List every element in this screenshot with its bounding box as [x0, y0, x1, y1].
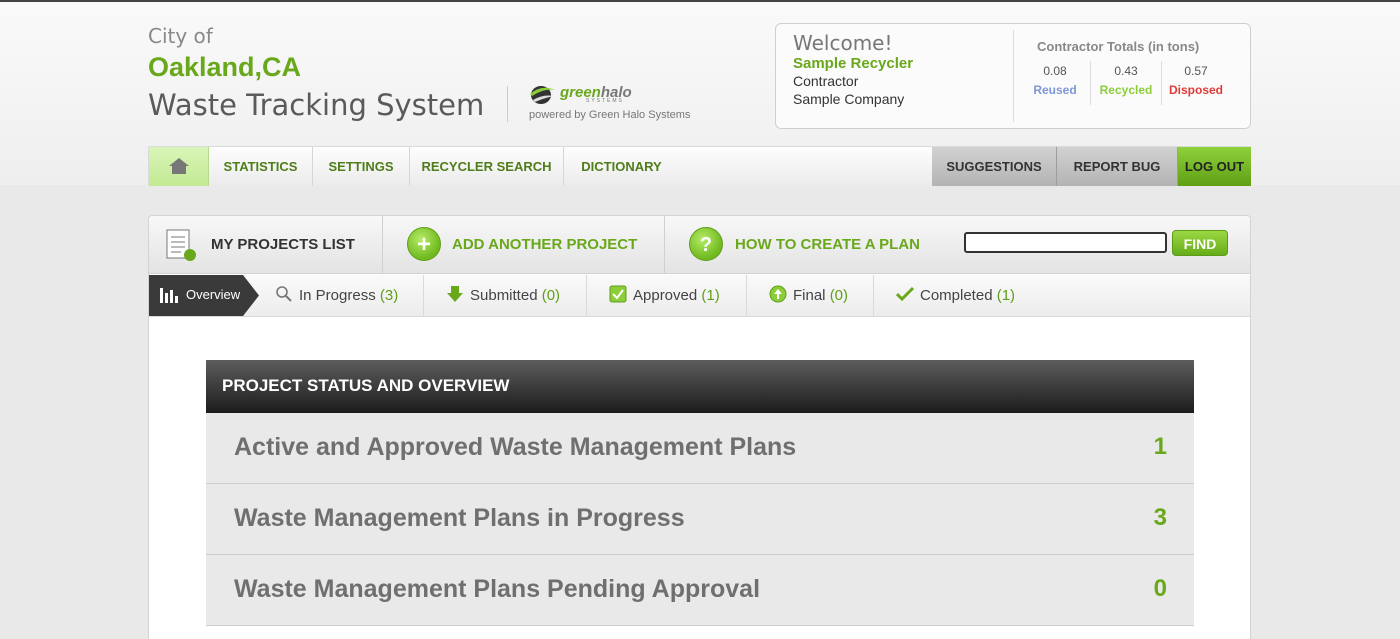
status-row[interactable]: Waste Management Plans in Progress 3: [206, 484, 1194, 555]
totals-separator: [1161, 61, 1162, 105]
projects-toolbar: MY PROJECTS LIST + ADD ANOTHER PROJECT ?…: [149, 216, 1250, 274]
wordmark-systems: SYSTEMS: [586, 98, 624, 104]
bar-chart-icon: [160, 288, 178, 303]
tab-label: Submitted: [470, 287, 538, 304]
status-row-label: Waste Management Plans in Progress: [234, 504, 685, 532]
tab-completed[interactable]: Completed (1): [874, 275, 1044, 317]
status-row[interactable]: Active and Approved Waste Management Pla…: [206, 413, 1194, 484]
welcome-heading: Welcome!: [793, 31, 893, 55]
nav-dictionary[interactable]: DICTIONARY: [564, 147, 679, 186]
total-recycled: 0.43 Recycled: [1094, 64, 1158, 97]
suggestions-button[interactable]: SUGGESTIONS: [932, 147, 1057, 186]
recycled-label: Recycled: [1099, 83, 1153, 97]
tab-label: Final: [793, 287, 826, 304]
status-row-value: 0: [1153, 575, 1167, 602]
title-divider: [507, 86, 508, 122]
disposed-value: 0.57: [1184, 64, 1208, 78]
status-row-value: 1: [1153, 433, 1167, 460]
question-icon: ?: [689, 227, 723, 261]
tab-approved[interactable]: Approved (1): [587, 275, 747, 317]
final-icon: [769, 285, 787, 303]
tab-in-progress[interactable]: In Progress (3): [259, 275, 424, 317]
find-button[interactable]: FIND: [1172, 230, 1228, 256]
tab-final[interactable]: Final (0): [747, 275, 874, 317]
user-company: Sample Company: [793, 91, 905, 107]
contractor-totals-title: Contractor Totals (in tons): [1037, 39, 1200, 54]
total-disposed: 0.57 Disposed: [1164, 64, 1228, 97]
powered-by-label: powered by Green Halo Systems: [529, 109, 691, 121]
project-search-input[interactable]: [964, 232, 1167, 253]
totals-separator: [1090, 61, 1091, 105]
home-icon: [168, 158, 189, 174]
nav-recycler-search[interactable]: RECYCLER SEARCH: [410, 147, 564, 186]
tab-overview[interactable]: Overview: [149, 275, 259, 316]
how-to-create-plan-button[interactable]: ? HOW TO CREATE A PLAN: [665, 216, 945, 274]
user-role: Contractor: [793, 73, 859, 89]
my-projects-list-button[interactable]: MY PROJECTS LIST: [149, 216, 382, 274]
city-of-label: City of: [148, 24, 213, 48]
tab-label: Approved: [633, 287, 698, 304]
system-title: Waste Tracking System: [148, 88, 485, 122]
status-row-label: Active and Approved Waste Management Pla…: [234, 433, 797, 461]
user-name: Sample Recycler: [793, 55, 914, 72]
nav-home-button[interactable]: [149, 147, 209, 186]
project-list-icon: [166, 229, 196, 261]
logout-button[interactable]: LOG OUT: [1178, 147, 1251, 186]
welcome-box: Welcome! Sample Recycler Contractor Samp…: [775, 23, 1251, 129]
status-row[interactable]: Waste Management Plans Pending Approval …: [206, 555, 1194, 626]
tab-count: (1): [701, 287, 720, 304]
tab-count: (3): [379, 287, 399, 304]
arrow-down-icon: [447, 286, 463, 302]
welcome-divider: [1013, 30, 1014, 122]
nav-settings[interactable]: SETTINGS: [313, 147, 410, 186]
status-row-value: 3: [1153, 504, 1167, 531]
add-project-button[interactable]: + ADD ANOTHER PROJECT: [383, 216, 664, 274]
how-to-label: HOW TO CREATE A PLAN: [735, 236, 920, 253]
city-name: Oakland,CA: [148, 52, 302, 82]
projects-panel: MY PROJECTS LIST + ADD ANOTHER PROJECT ?…: [148, 215, 1251, 639]
plus-icon: +: [407, 227, 441, 261]
nav-statistics[interactable]: STATISTICS: [209, 147, 313, 186]
disposed-label: Disposed: [1168, 83, 1223, 97]
tab-count: (0): [829, 287, 849, 304]
tab-count: (0): [541, 287, 561, 304]
report-bug-button[interactable]: REPORT BUG: [1057, 147, 1178, 186]
total-reused: 0.08 Reused: [1023, 64, 1087, 97]
project-tabs: Overview In Progress (3) Submitted (0) A…: [149, 275, 1250, 317]
status-header: PROJECT STATUS AND OVERVIEW: [206, 360, 1194, 413]
green-halo-logo-icon: [530, 86, 555, 104]
project-status-section: PROJECT STATUS AND OVERVIEW Active and A…: [206, 360, 1194, 626]
main-nav: STATISTICS SETTINGS RECYCLER SEARCH DICT…: [148, 146, 1251, 186]
checkbox-icon: [609, 285, 627, 303]
checkmark-icon: [895, 286, 915, 302]
reused-value: 0.08: [1043, 64, 1067, 78]
tab-label: In Progress: [299, 287, 376, 304]
status-row-label: Waste Management Plans Pending Approval: [234, 575, 761, 603]
recycled-value: 0.43: [1114, 64, 1138, 78]
tab-label: Completed: [920, 287, 993, 304]
tab-count: (1): [996, 287, 1016, 304]
magnifier-icon: [276, 286, 292, 302]
my-projects-label: MY PROJECTS LIST: [211, 236, 355, 253]
reused-label: Reused: [1033, 83, 1077, 97]
tab-submitted[interactable]: Submitted (0): [424, 275, 587, 317]
add-project-label: ADD ANOTHER PROJECT: [452, 236, 638, 253]
tab-overview-label: Overview: [186, 287, 241, 302]
